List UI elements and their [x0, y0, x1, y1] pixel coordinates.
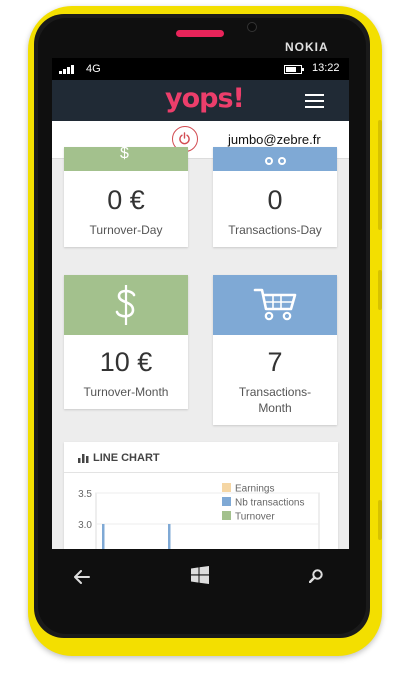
windows-icon[interactable]	[191, 566, 209, 584]
legend-swatch	[222, 511, 231, 520]
power-key	[378, 270, 382, 310]
transactions-day-card: 0 Transactions-Day	[213, 147, 337, 247]
transactions-month-value: 7	[267, 347, 283, 377]
screen: 4G 13:22 yops! jumbo@zebre.fr $ 0 € Turn…	[52, 58, 349, 549]
transactions-month-label-line2: Month	[258, 401, 292, 415]
legend-label: Turnover	[235, 512, 275, 523]
search-icon[interactable]	[309, 569, 323, 583]
y-tick-label: 3.0	[78, 520, 92, 531]
legend-label: Nb transactions	[235, 498, 304, 509]
device-brand: NOKIA	[285, 40, 329, 54]
turnover-day-header: $	[64, 145, 188, 171]
dollar-icon	[115, 285, 136, 325]
app-header: yops!	[52, 80, 349, 121]
back-arrow-icon[interactable]	[74, 570, 90, 584]
line-chart: 3.5 3.0 Earnings Nb transactions Turnover	[78, 483, 320, 549]
transactions-month-card: 7 Transactions- Month	[213, 275, 337, 425]
earpiece	[176, 30, 224, 37]
front-camera	[247, 22, 257, 32]
turnover-month-label: Turnover-Month	[83, 385, 169, 399]
transactions-day-value: 0	[267, 185, 283, 215]
bar-chart-icon	[78, 454, 89, 463]
transactions-month-header	[213, 275, 337, 335]
turnover-day-label: Turnover-Day	[89, 223, 163, 237]
hamburger-menu-icon[interactable]	[305, 94, 324, 108]
turnover-day-card: $ 0 € Turnover-Day	[64, 145, 188, 247]
app-logo[interactable]: yops!	[165, 84, 245, 114]
turnover-day-value: 0 €	[107, 185, 145, 215]
turnover-month-card: 10 € Turnover-Month	[64, 275, 188, 409]
user-email: jumbo@zebre.fr	[228, 132, 321, 147]
transactions-day-header	[213, 147, 337, 171]
dollar-icon: $	[120, 145, 129, 162]
line-chart-card: LINE CHART 3.5 3.0 Earnings Nb transactions…	[64, 442, 338, 549]
legend-swatch	[222, 483, 231, 492]
transactions-month-label-line1: Transactions-	[238, 385, 312, 399]
network-type: 4G	[86, 63, 101, 75]
cart-icon	[253, 288, 297, 321]
battery-icon	[284, 65, 304, 74]
signal-icon	[59, 63, 77, 74]
turnover-month-value: 10 €	[99, 347, 153, 377]
clock: 13:22	[312, 62, 340, 74]
y-tick-label: 3.5	[78, 489, 92, 500]
camera-key	[378, 500, 382, 540]
status-bar: 4G 13:22	[52, 58, 349, 80]
turnover-month-header	[64, 275, 188, 335]
transactions-day-label: Transactions-Day	[228, 223, 322, 237]
chart-title: LINE CHART	[93, 452, 160, 464]
dashboard: $ 0 € Turnover-Day 0 Transactions-Day 10…	[52, 146, 349, 549]
series-bar	[168, 524, 171, 549]
cart-icon	[265, 157, 286, 165]
legend-swatch	[222, 497, 231, 506]
series-bar	[102, 524, 105, 549]
legend-label: Earnings	[235, 484, 274, 495]
volume-button	[378, 120, 382, 230]
